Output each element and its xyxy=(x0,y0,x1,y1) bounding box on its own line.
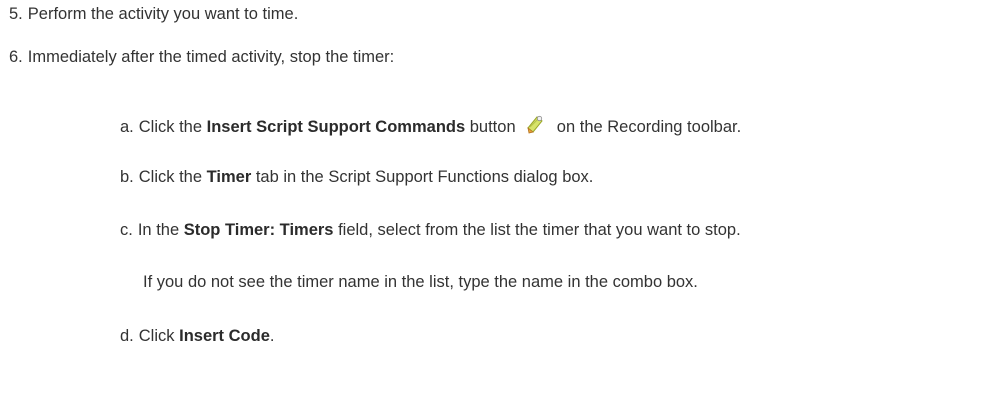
ui-element-name: Insert Script Support Commands xyxy=(206,118,466,136)
substep-text-pre: Click the xyxy=(138,118,207,136)
substep-text-post: on the Recording toolbar. xyxy=(552,118,742,136)
step-6: 6. Immediately after the timed activity, … xyxy=(9,46,394,68)
substep-text-pre: Click the xyxy=(138,168,207,186)
note-text: If you do not see the timer name in the … xyxy=(143,273,698,291)
substep-text-pre: In the xyxy=(137,221,184,239)
substep-marker: b. xyxy=(120,168,134,186)
step-number: 6. xyxy=(9,48,23,66)
substep-text-post: tab in the Script Support Functions dial… xyxy=(251,168,594,186)
substep-d: d. Click Insert Code. xyxy=(120,325,274,347)
ui-element-name: Insert Code xyxy=(179,327,270,345)
ui-element-name: Stop Timer: Timers xyxy=(183,221,334,239)
script-support-icon xyxy=(524,113,546,135)
substep-marker: c. xyxy=(120,221,133,239)
substep-c: c. In the Stop Timer: Timers field, selec… xyxy=(120,219,741,241)
substep-marker: a. xyxy=(120,118,134,136)
substep-text-pre: Click xyxy=(138,327,180,345)
substep-text-post: field, select from the list the timer th… xyxy=(333,221,741,239)
substep-b: b. Click the Timer tab in the Script Supp… xyxy=(120,166,593,188)
substep-a: a. Click the Insert Script Support Comman… xyxy=(120,113,741,138)
substep-c-note: If you do not see the timer name in the … xyxy=(143,271,698,293)
step-text: Immediately after the timed activity, st… xyxy=(27,48,395,66)
step-number: 5. xyxy=(9,5,23,23)
step-5: 5. Perform the activity you want to time. xyxy=(9,3,298,25)
substep-marker: d. xyxy=(120,327,134,345)
ui-element-name: Timer xyxy=(206,168,252,186)
substep-text-mid: button xyxy=(465,118,516,136)
substep-text-post: . xyxy=(269,327,275,345)
step-text: Perform the activity you want to time. xyxy=(27,5,299,23)
